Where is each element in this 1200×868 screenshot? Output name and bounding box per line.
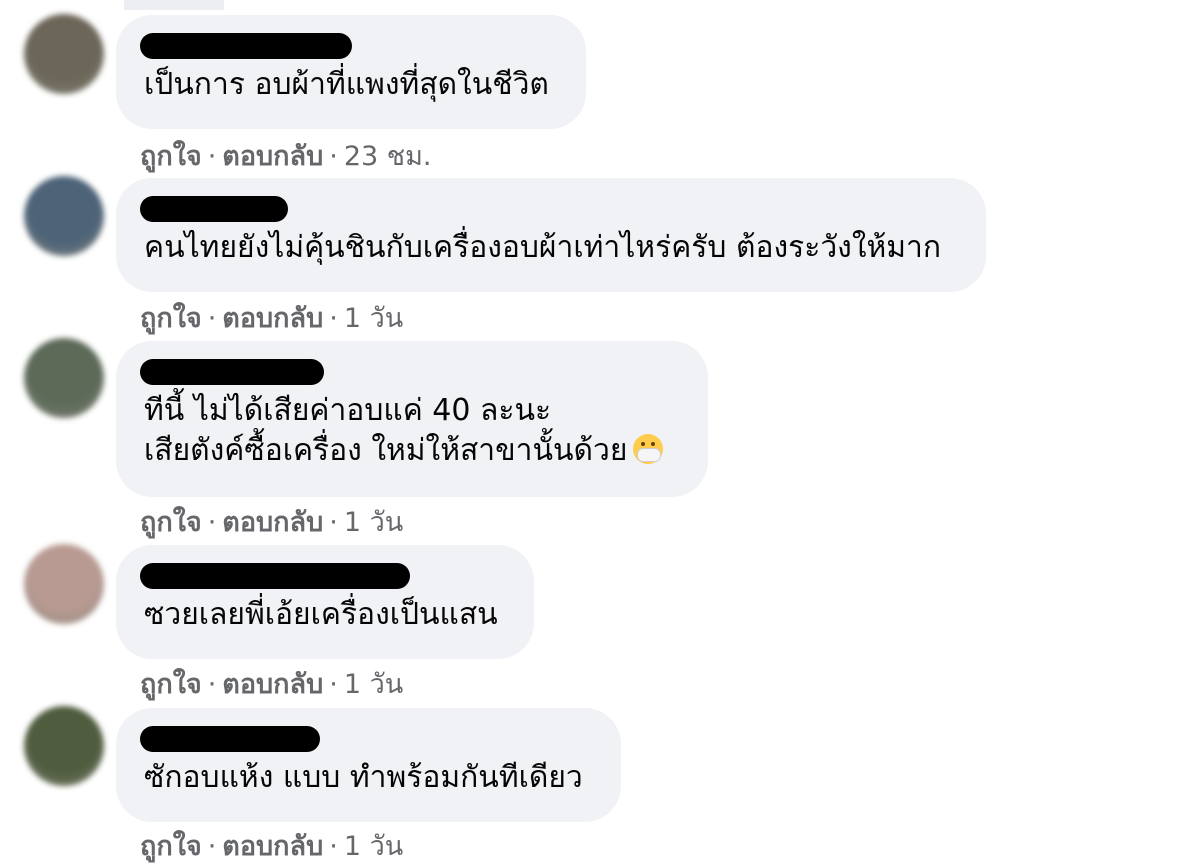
comment-actions: ถูกใจ · ตอบกลับ · 1 วัน [140, 296, 403, 339]
like-button[interactable]: ถูกใจ [140, 303, 202, 334]
redacted-author-name[interactable] [140, 563, 410, 589]
separator-dot: · [207, 303, 217, 334]
comment-actions: ถูกใจ · ตอบกลับ · 1 วัน [140, 500, 403, 543]
like-button[interactable]: ถูกใจ [140, 669, 202, 700]
avatar[interactable] [24, 176, 104, 256]
separator-dot: · [329, 831, 338, 862]
reply-button[interactable]: ตอบกลับ [222, 507, 323, 538]
comment-bubble: ซักอบแห้ง แบบ ทำพร้อมกันทีเดียว [116, 708, 621, 822]
previous-comment-fragment [124, 0, 224, 10]
separator-dot: · [329, 141, 338, 172]
comment-actions: ถูกใจ · ตอบกลับ · 1 วัน [140, 824, 403, 867]
comment-bubble: ทีนี้ ไม่ได้เสียค่าอบแค่ 40 ละนะ เสียตัง… [116, 341, 708, 497]
reply-button[interactable]: ตอบกลับ [222, 831, 323, 862]
reply-button[interactable]: ตอบกลับ [222, 141, 323, 172]
separator-dot: · [207, 507, 217, 538]
avatar[interactable] [24, 338, 104, 418]
comment-text: ซักอบแห้ง แบบ ทำพร้อมกันทีเดียว [144, 760, 583, 795]
timestamp[interactable]: 1 วัน [344, 507, 403, 538]
timestamp[interactable]: 1 วัน [344, 831, 403, 862]
avatar[interactable] [24, 706, 104, 786]
like-button[interactable]: ถูกใจ [140, 831, 202, 862]
comment-text: ทีนี้ ไม่ได้เสียค่าอบแค่ 40 ละนะ เสียตัง… [144, 391, 680, 471]
separator-dot: · [329, 303, 338, 334]
redacted-author-name[interactable] [140, 33, 352, 59]
comment-bubble: ซวยเลยพี่เอ้ยเครื่องเป็นแสน [116, 545, 534, 659]
timestamp[interactable]: 1 วัน [344, 669, 403, 700]
redacted-author-name[interactable] [140, 359, 324, 385]
timestamp[interactable]: 1 วัน [344, 303, 403, 334]
reply-button[interactable]: ตอบกลับ [222, 303, 323, 334]
comment-actions: ถูกใจ · ตอบกลับ · 1 วัน [140, 662, 403, 705]
comment-bubble: คนไทยยังไม่คุ้นชินกับเครื่องอบผ้าเท่าไหร… [116, 178, 986, 292]
separator-dot: · [207, 831, 217, 862]
comment-text-content: ทีนี้ ไม่ได้เสียค่าอบแค่ 40 ละนะ เสียตัง… [144, 393, 628, 468]
comment-text: คนไทยยังไม่คุ้นชินกับเครื่องอบผ้าเท่าไหร… [144, 230, 942, 265]
like-button[interactable]: ถูกใจ [140, 141, 202, 172]
like-button[interactable]: ถูกใจ [140, 507, 202, 538]
separator-dot: · [207, 669, 217, 700]
redacted-author-name[interactable] [140, 196, 288, 222]
comment-actions: ถูกใจ · ตอบกลับ · 23 ชม. [140, 134, 431, 177]
avatar[interactable] [24, 14, 104, 94]
separator-dot: · [329, 507, 338, 538]
avatar[interactable] [24, 544, 104, 624]
face-with-medical-mask-emoji [633, 434, 664, 464]
comment-thread: เป็นการ อบผ้าที่แพงที่สุดในชีวิต ถูกใจ · ต… [0, 0, 1200, 868]
comment-text: เป็นการ อบผ้าที่แพงที่สุดในชีวิต [144, 67, 549, 102]
separator-dot: · [207, 141, 217, 172]
timestamp[interactable]: 23 ชม. [344, 141, 432, 172]
reply-button[interactable]: ตอบกลับ [222, 669, 323, 700]
comment-bubble: เป็นการ อบผ้าที่แพงที่สุดในชีวิต [116, 15, 586, 129]
redacted-author-name[interactable] [140, 726, 320, 752]
separator-dot: · [329, 669, 338, 700]
comment-text: ซวยเลยพี่เอ้ยเครื่องเป็นแสน [144, 597, 498, 632]
